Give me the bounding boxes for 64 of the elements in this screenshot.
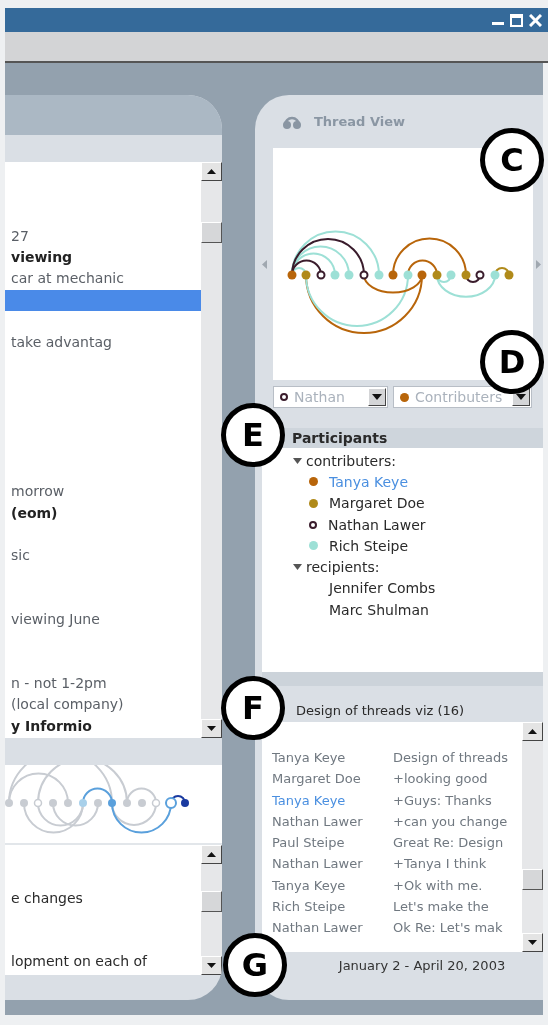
group-label: contributers:: [306, 452, 396, 469]
caret-icon: [372, 394, 382, 400]
scroll-up-button[interactable]: [522, 722, 543, 741]
sender-name[interactable]: Nathan Lawer: [272, 853, 393, 875]
scroll-up-button[interactable]: [201, 845, 222, 864]
message-subject[interactable]: +Ok with me.: [393, 874, 483, 897]
scroll-thumb[interactable]: [522, 869, 543, 890]
scroll-down-button[interactable]: [201, 719, 222, 738]
participant-name[interactable]: Rich Steipe: [329, 537, 409, 554]
panel-title: Thread View: [314, 114, 406, 129]
email-subject[interactable]: viewing: [5, 247, 201, 269]
down-arrow-icon: [528, 940, 537, 945]
message-subject[interactable]: Ok Re: Let's mak: [393, 917, 503, 939]
message-subject[interactable]: Design of threads: [393, 747, 509, 769]
scroll-up-button[interactable]: [201, 162, 222, 181]
scroll-down-button[interactable]: [522, 933, 543, 952]
dropdown-button[interactable]: [368, 388, 386, 406]
email-subject[interactable]: y Informio: [5, 715, 201, 737]
sender-name[interactable]: Tanya Keye: [272, 874, 393, 897]
sender-name[interactable]: Nathan Lawer: [272, 810, 393, 833]
up-arrow-icon: [528, 729, 537, 734]
email-subject[interactable]: (eom): [5, 502, 201, 525]
participant-name[interactable]: Tanya Keye: [329, 473, 408, 490]
message-subject[interactable]: +looking good: [393, 768, 488, 790]
email-subject[interactable]: viewing June: [5, 609, 201, 631]
sender-name[interactable]: Tanya Keye: [272, 747, 393, 769]
participant-name[interactable]: Margaret Doe: [329, 495, 425, 512]
date-range: January 2 - April 20, 2003: [337, 957, 507, 975]
expanded-triangle-icon[interactable]: [293, 564, 302, 571]
scroll-down-button[interactable]: [201, 956, 222, 975]
message-subject[interactable]: Let's make the: [393, 896, 489, 918]
message-subject[interactable]: +Guys: Thanks: [393, 789, 492, 811]
participant-name[interactable]: Nathan Lawer: [328, 516, 426, 533]
email-subject[interactable]: 27: [5, 225, 201, 248]
thread-title: Design of threads viz (16): [295, 702, 466, 720]
email-subject[interactable]: sic: [5, 545, 201, 567]
email-subject[interactable]: car at mechanic: [5, 268, 201, 290]
email-subject[interactable]: e changes: [5, 887, 201, 909]
email-subject[interactable]: n - not 1-2pm: [5, 673, 201, 695]
sender-name[interactable]: Margaret Doe: [272, 768, 393, 790]
up-arrow-icon: [207, 169, 216, 174]
up-arrow-icon: [207, 852, 216, 857]
selected-email-row[interactable]: [5, 289, 201, 312]
message-subject[interactable]: +Tanya I think: [393, 853, 487, 875]
scroll-thumb[interactable]: [201, 222, 222, 243]
email-subject[interactable]: take advantag: [5, 332, 201, 354]
message-subject[interactable]: +can you change: [393, 810, 508, 833]
sender-name[interactable]: Tanya Keye: [272, 789, 393, 811]
email-subject[interactable]: (local company): [5, 694, 201, 716]
email-subject[interactable]: lopment on each of: [5, 951, 201, 973]
close-icon[interactable]: [529, 13, 542, 27]
group-label: recipients:: [306, 559, 380, 576]
participant-name[interactable]: Jennifer Combs: [329, 580, 436, 597]
sender-name[interactable]: Rich Steipe: [272, 896, 393, 918]
sender-name[interactable]: Paul Steipe: [272, 832, 393, 854]
expanded-triangle-icon[interactable]: [293, 457, 302, 464]
email-subject[interactable]: morrow: [5, 481, 201, 503]
headphones-icon: [282, 114, 302, 129]
down-arrow-icon: [207, 726, 216, 731]
maximize-icon[interactable]: [510, 13, 523, 27]
message-subject[interactable]: Great Re: Design: [393, 832, 504, 854]
down-arrow-icon: [207, 963, 216, 968]
scroll-thumb[interactable]: [201, 891, 222, 912]
participant-name[interactable]: Marc Shulman: [329, 601, 429, 618]
